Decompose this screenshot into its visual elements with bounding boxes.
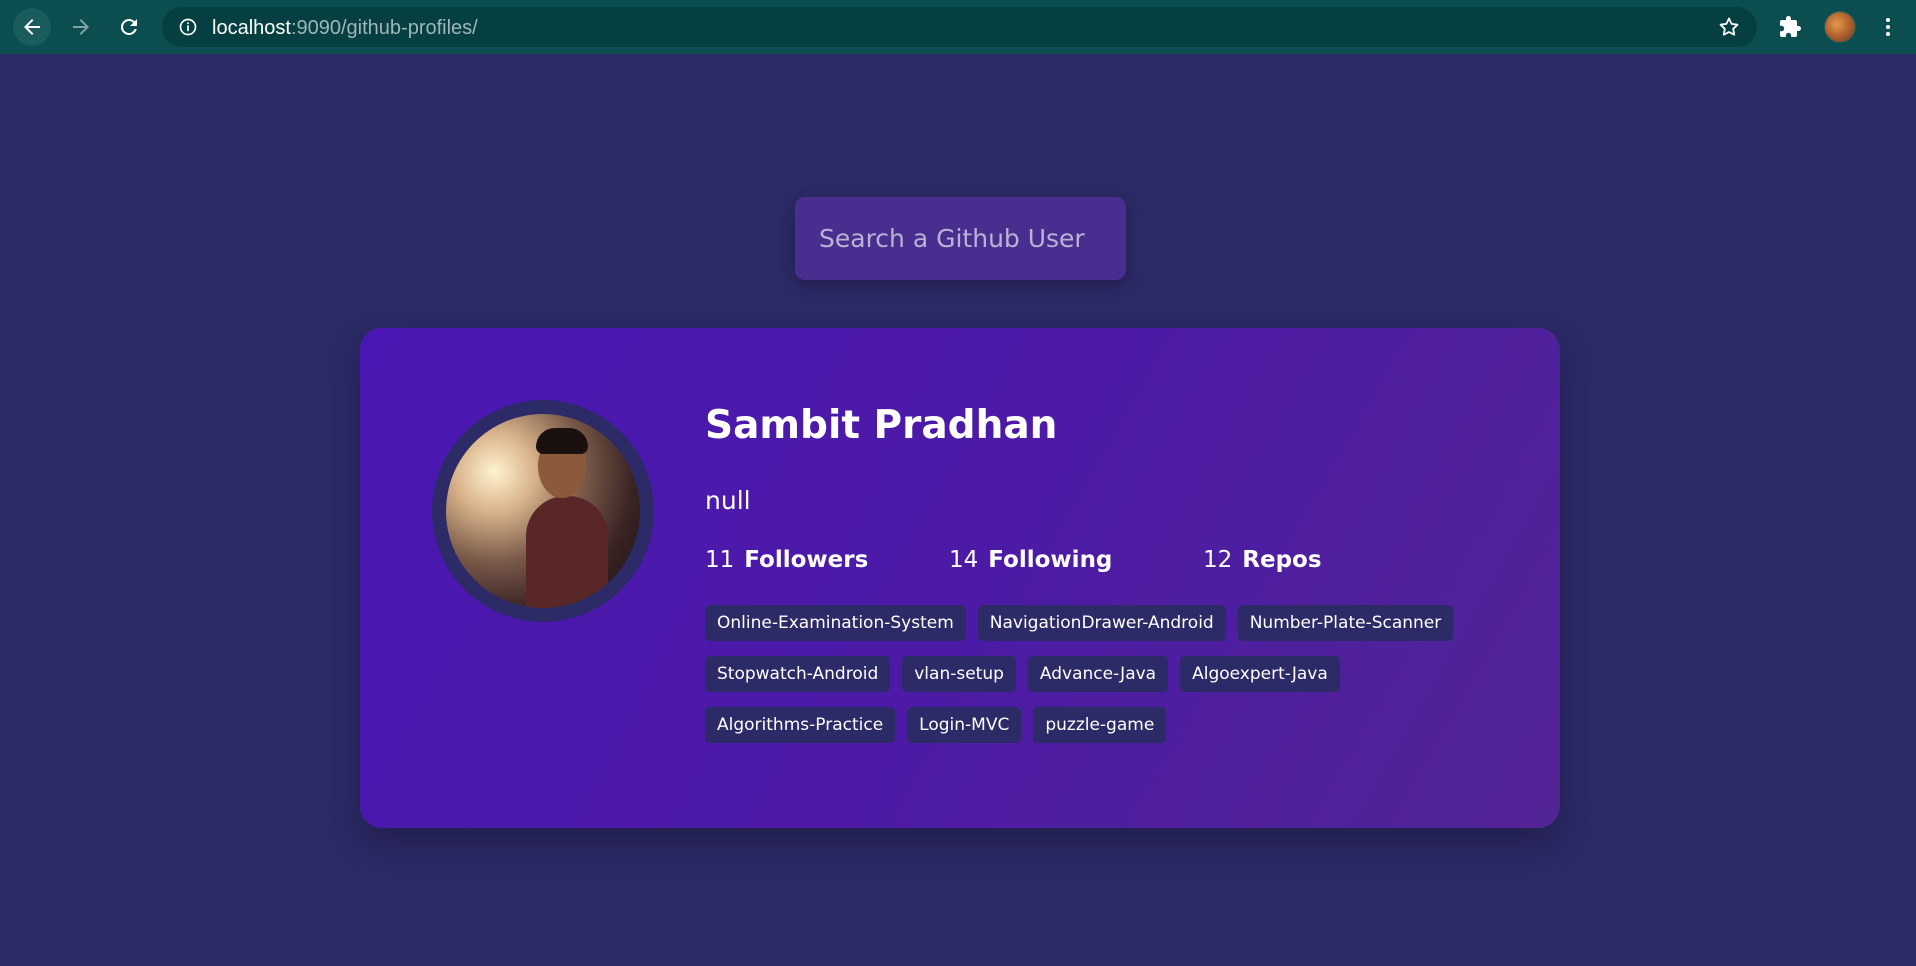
url-host: localhost bbox=[212, 17, 291, 39]
reload-icon bbox=[120, 18, 137, 35]
followers-stat: 11 Followers bbox=[705, 547, 868, 573]
browser-toolbar: localhost:9090/github-profiles/ bbox=[0, 0, 1916, 54]
star-icon[interactable] bbox=[1717, 15, 1741, 39]
repo-tag[interactable]: Algorithms-Practice bbox=[705, 707, 896, 743]
puzzle-extension-icon[interactable] bbox=[1778, 15, 1802, 39]
url-path: :9090/github-profiles/ bbox=[290, 17, 478, 39]
followers-label: Followers bbox=[744, 547, 869, 573]
repos-label: Repos bbox=[1242, 547, 1322, 573]
repo-tag[interactable]: Login-MVC bbox=[907, 707, 1022, 743]
kebab-menu-icon[interactable] bbox=[1876, 15, 1900, 39]
search-input[interactable] bbox=[795, 197, 1126, 280]
back-button[interactable] bbox=[13, 8, 51, 46]
repo-tag[interactable]: vlan-setup bbox=[902, 656, 1016, 692]
following-count: 14 bbox=[949, 547, 979, 573]
repo-tag[interactable]: Advance-Java bbox=[1027, 656, 1169, 692]
reload-button[interactable] bbox=[110, 8, 148, 46]
forward-arrow-icon bbox=[73, 19, 89, 35]
followers-count: 11 bbox=[705, 547, 735, 573]
info-icon[interactable] bbox=[178, 17, 198, 37]
repo-tag[interactable]: Online-Examination-System bbox=[705, 605, 966, 641]
repo-tag[interactable]: puzzle-game bbox=[1033, 707, 1167, 743]
repos-stat: 12 Repos bbox=[1203, 547, 1322, 573]
repo-list: Online-Examination-System NavigationDraw… bbox=[705, 605, 1505, 743]
forward-button[interactable] bbox=[62, 8, 100, 46]
following-label: Following bbox=[988, 547, 1113, 573]
repo-tag[interactable]: NavigationDrawer-Android bbox=[977, 605, 1226, 641]
address-bar[interactable]: localhost:9090/github-profiles/ bbox=[162, 7, 1757, 47]
back-arrow-icon bbox=[24, 19, 40, 35]
repo-tag[interactable]: Number-Plate-Scanner bbox=[1237, 605, 1454, 641]
avatar bbox=[432, 400, 654, 622]
following-stat: 14 Following bbox=[949, 547, 1112, 573]
user-bio: null bbox=[705, 486, 751, 515]
user-name: Sambit Pradhan bbox=[705, 403, 1058, 448]
url-text: localhost:9090/github-profiles/ bbox=[212, 17, 478, 39]
avatar-photo bbox=[446, 414, 640, 608]
repos-count: 12 bbox=[1203, 547, 1233, 573]
profile-avatar-button[interactable] bbox=[1824, 11, 1856, 43]
repo-tag[interactable]: Algoexpert-Java bbox=[1180, 656, 1340, 692]
repo-tag[interactable]: Stopwatch-Android bbox=[705, 656, 891, 692]
profile-card: Sambit Pradhan null 11 Followers 14 Follow… bbox=[360, 328, 1560, 828]
